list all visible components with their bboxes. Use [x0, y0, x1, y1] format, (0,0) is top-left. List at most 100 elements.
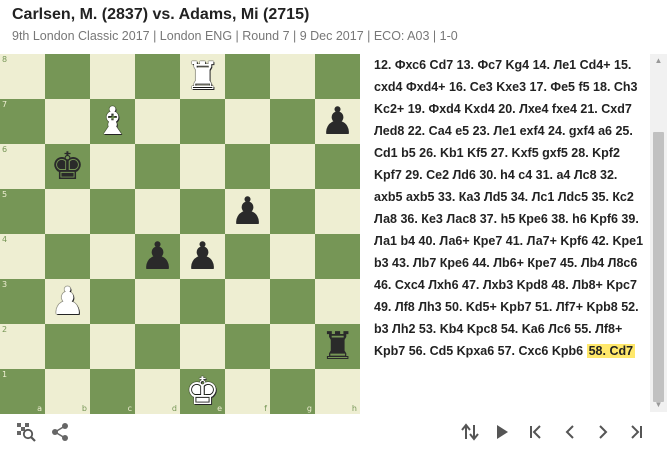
white-rook-icon[interactable]: ♜	[180, 54, 225, 99]
square-f1[interactable]: f	[225, 369, 270, 414]
square-a8[interactable]: 8	[0, 54, 45, 99]
square-b1[interactable]: b	[45, 369, 90, 414]
viewer-toolbar	[0, 414, 669, 450]
square-b7[interactable]	[45, 99, 90, 144]
black-pawn-icon[interactable]: ♟	[315, 99, 360, 144]
rank-label: 6	[2, 145, 8, 154]
square-d3[interactable]	[135, 279, 180, 324]
square-c6[interactable]	[90, 144, 135, 189]
chess-board[interactable]: 8 ♜ 7 ♝ ♟ 6 ♚ 5 ♟ 4 ♟ ♟ 3 ♟ 2 ♜ 1 a b c d e ♚ f g h	[0, 54, 360, 414]
search-board-icon[interactable]	[14, 420, 38, 444]
square-d8[interactable]	[135, 54, 180, 99]
square-g1[interactable]: g	[270, 369, 315, 414]
square-c4[interactable]	[90, 234, 135, 279]
square-e6[interactable]	[180, 144, 225, 189]
square-e1[interactable]: e ♚	[180, 369, 225, 414]
rank-label: 5	[2, 190, 8, 199]
scroll-down-arrow-icon[interactable]: ▼	[650, 398, 667, 412]
square-e3[interactable]	[180, 279, 225, 324]
square-b3[interactable]: ♟	[45, 279, 90, 324]
square-e4[interactable]: ♟	[180, 234, 225, 279]
black-pawn-icon[interactable]: ♟	[225, 189, 270, 234]
square-h3[interactable]	[315, 279, 360, 324]
move-list-scrollbar[interactable]: ▲ ▼	[650, 54, 667, 412]
square-e2[interactable]	[180, 324, 225, 369]
square-b6[interactable]: ♚	[45, 144, 90, 189]
square-h6[interactable]	[315, 144, 360, 189]
square-b2[interactable]	[45, 324, 90, 369]
square-h2[interactable]: ♜	[315, 324, 360, 369]
square-d7[interactable]	[135, 99, 180, 144]
square-f2[interactable]	[225, 324, 270, 369]
square-c7[interactable]: ♝	[90, 99, 135, 144]
square-d6[interactable]	[135, 144, 180, 189]
square-h7[interactable]: ♟	[315, 99, 360, 144]
square-h8[interactable]	[315, 54, 360, 99]
square-e7[interactable]	[180, 99, 225, 144]
square-a4[interactable]: 4	[0, 234, 45, 279]
file-label: c	[127, 404, 132, 413]
square-c1[interactable]: c	[90, 369, 135, 414]
square-c8[interactable]	[90, 54, 135, 99]
rank-label: 7	[2, 100, 8, 109]
play-icon[interactable]	[490, 420, 514, 444]
black-king-icon[interactable]: ♚	[45, 144, 90, 189]
black-pawn-icon[interactable]: ♟	[135, 234, 180, 279]
square-d5[interactable]	[135, 189, 180, 234]
square-f5[interactable]: ♟	[225, 189, 270, 234]
square-g3[interactable]	[270, 279, 315, 324]
square-a5[interactable]: 5	[0, 189, 45, 234]
rank-label: 4	[2, 235, 8, 244]
black-rook-icon[interactable]: ♜	[315, 324, 360, 369]
next-move-icon[interactable]	[591, 420, 615, 444]
square-a3[interactable]: 3	[0, 279, 45, 324]
square-h1[interactable]: h	[315, 369, 360, 414]
square-g8[interactable]	[270, 54, 315, 99]
square-f6[interactable]	[225, 144, 270, 189]
square-h4[interactable]	[315, 234, 360, 279]
square-g5[interactable]	[270, 189, 315, 234]
first-move-icon[interactable]	[524, 420, 548, 444]
white-king-icon[interactable]: ♚	[180, 369, 225, 414]
previous-move-icon[interactable]	[558, 420, 582, 444]
square-c3[interactable]	[90, 279, 135, 324]
scroll-up-arrow-icon[interactable]: ▲	[650, 54, 667, 68]
square-b5[interactable]	[45, 189, 90, 234]
square-a1[interactable]: 1a	[0, 369, 45, 414]
flip-board-icon[interactable]	[457, 420, 483, 444]
square-e5[interactable]	[180, 189, 225, 234]
square-g2[interactable]	[270, 324, 315, 369]
square-d2[interactable]	[135, 324, 180, 369]
move-list-text: 12. Фхс6 Cd7 13. Фс7 Kg4 14. Ле1 Cd4+ 15…	[374, 58, 644, 358]
share-icon[interactable]	[48, 420, 72, 444]
black-pawn-icon[interactable]: ♟	[180, 234, 225, 279]
square-a7[interactable]: 7	[0, 99, 45, 144]
square-f3[interactable]	[225, 279, 270, 324]
file-label: a	[37, 404, 42, 413]
square-h5[interactable]	[315, 189, 360, 234]
square-a2[interactable]: 2	[0, 324, 45, 369]
square-f4[interactable]	[225, 234, 270, 279]
current-move[interactable]: 58. Cd7	[586, 344, 636, 358]
file-label: d	[171, 404, 177, 413]
square-b4[interactable]	[45, 234, 90, 279]
square-b8[interactable]	[45, 54, 90, 99]
white-pawn-icon[interactable]: ♟	[45, 279, 90, 324]
move-list-panel[interactable]: 12. Фхс6 Cd7 13. Фс7 Kg4 14. Ле1 Cd4+ 15…	[360, 54, 650, 410]
scroll-thumb[interactable]	[653, 132, 664, 402]
square-f7[interactable]	[225, 99, 270, 144]
last-move-icon[interactable]	[624, 420, 648, 444]
square-a6[interactable]: 6	[0, 144, 45, 189]
square-g7[interactable]	[270, 99, 315, 144]
square-d1[interactable]: d	[135, 369, 180, 414]
square-c5[interactable]	[90, 189, 135, 234]
square-g4[interactable]	[270, 234, 315, 279]
square-e8[interactable]: ♜	[180, 54, 225, 99]
square-d4[interactable]: ♟	[135, 234, 180, 279]
file-label: f	[264, 404, 267, 413]
rank-label: 2	[2, 325, 8, 334]
white-bishop-icon[interactable]: ♝	[90, 99, 135, 144]
square-c2[interactable]	[90, 324, 135, 369]
square-g6[interactable]	[270, 144, 315, 189]
square-f8[interactable]	[225, 54, 270, 99]
